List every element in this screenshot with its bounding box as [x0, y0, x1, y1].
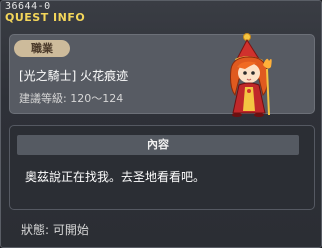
- window-title: QUEST INFO: [5, 11, 86, 24]
- npc-portrait-icon: [230, 33, 272, 117]
- quest-info-window: 36644-0 QUEST INFO 職業 [光之騎士] 火花痕迹 建議等級: …: [0, 0, 322, 248]
- quest-name: [光之騎士] 火花痕迹: [19, 69, 129, 83]
- level-requirement: 建議等級: 120〜124: [19, 92, 124, 105]
- job-tag: 職業: [14, 40, 70, 57]
- content-header: 內容: [17, 135, 299, 155]
- quest-status: 狀態: 可開始: [21, 223, 89, 237]
- quest-description: 奧茲說正在找我。去圣地看看吧。: [25, 170, 206, 184]
